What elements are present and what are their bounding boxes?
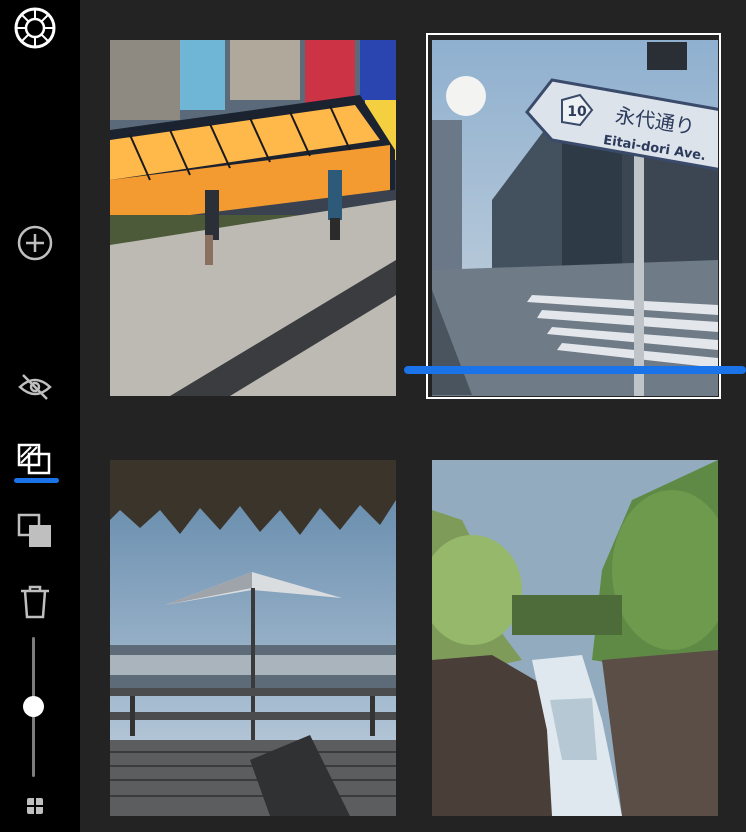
compare-icon[interactable]	[17, 443, 53, 475]
sidebar	[0, 0, 80, 832]
duplicate-icon[interactable]	[17, 513, 53, 549]
selection-frame	[426, 33, 721, 399]
photo-thumbnail[interactable]	[110, 40, 396, 396]
photo-thumbnail[interactable]	[110, 460, 396, 816]
grid-icon[interactable]	[26, 797, 44, 815]
photo-thumbnail[interactable]	[432, 460, 718, 816]
add-icon[interactable]	[16, 224, 54, 262]
size-slider-thumb[interactable]	[23, 696, 44, 717]
trash-icon[interactable]	[19, 584, 51, 620]
hide-icon[interactable]	[17, 373, 53, 401]
photo-grid: 10 永代通り Eitai-dori Ave.	[80, 0, 746, 832]
logo-icon[interactable]	[13, 6, 57, 50]
active-tool-indicator	[14, 478, 59, 483]
compare-divider-handle[interactable]	[404, 366, 746, 374]
